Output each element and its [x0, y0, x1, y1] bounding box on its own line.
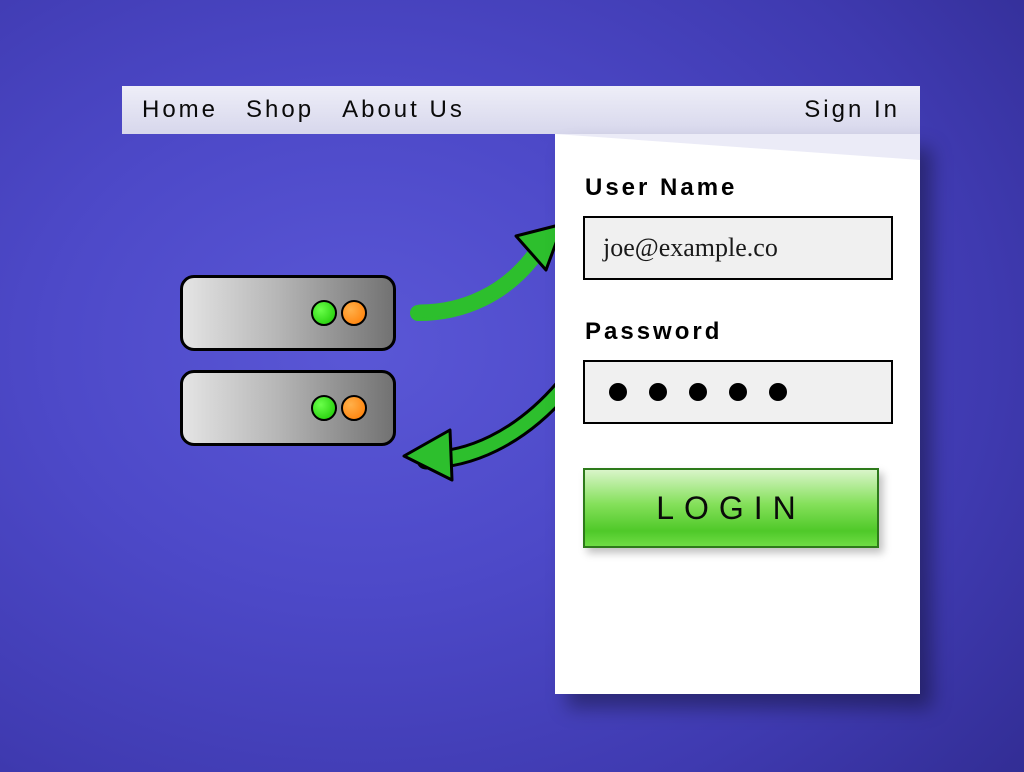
status-led-green-icon — [311, 395, 337, 421]
password-dot-icon — [729, 383, 747, 401]
diagram-stage: Home Shop About Us Sign In User Name joe… — [0, 0, 1024, 772]
server-icon — [180, 370, 396, 446]
password-dot-icon — [649, 383, 667, 401]
username-input[interactable]: joe@example.co — [583, 216, 893, 280]
nav-bar: Home Shop About Us Sign In — [122, 86, 920, 134]
password-dot-icon — [689, 383, 707, 401]
login-button[interactable]: LOGIN — [583, 468, 879, 548]
nav-left-group: Home Shop About Us — [142, 96, 465, 124]
server-icon — [180, 275, 396, 351]
username-value: joe@example.co — [603, 233, 778, 263]
username-label: User Name — [585, 174, 920, 202]
status-led-orange-icon — [341, 395, 367, 421]
arrow-to-server-icon — [398, 218, 568, 338]
nav-about-us[interactable]: About Us — [342, 96, 465, 124]
nav-shop[interactable]: Shop — [246, 96, 314, 124]
login-panel: User Name joe@example.co Password LOGIN — [555, 134, 920, 694]
password-dot-icon — [609, 383, 627, 401]
password-mask — [603, 383, 787, 401]
password-dot-icon — [769, 383, 787, 401]
arrow-from-server-icon — [398, 370, 578, 500]
status-led-orange-icon — [341, 300, 367, 326]
status-led-green-icon — [311, 300, 337, 326]
nav-sign-in[interactable]: Sign In — [804, 96, 900, 124]
password-input[interactable] — [583, 360, 893, 424]
nav-home[interactable]: Home — [142, 96, 218, 124]
password-label: Password — [585, 318, 920, 346]
